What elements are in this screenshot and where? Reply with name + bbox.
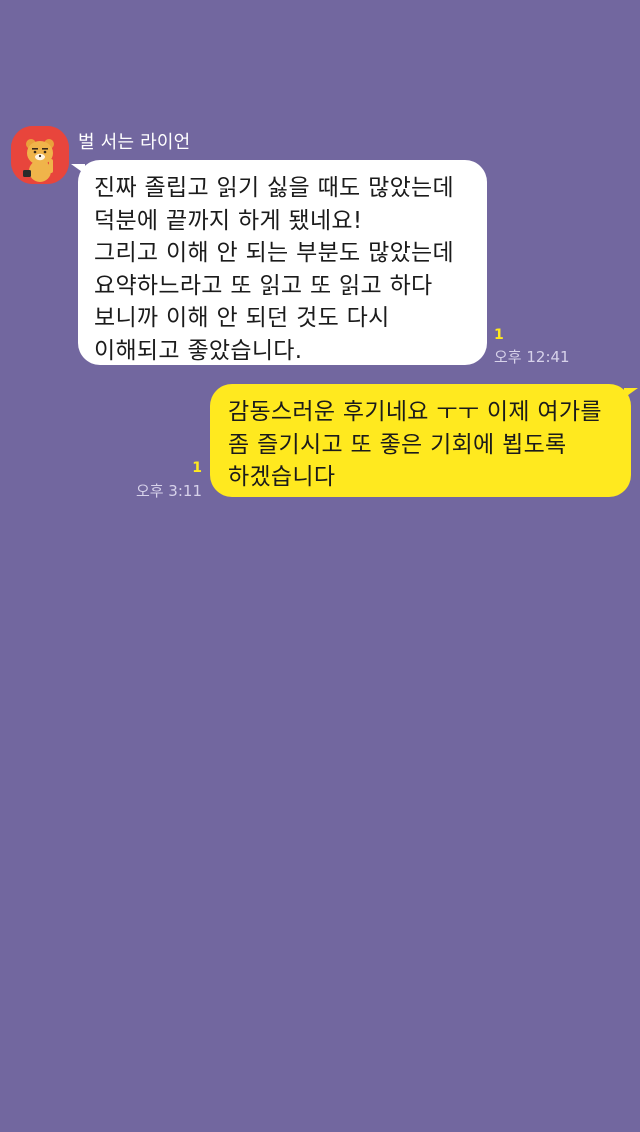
unread-count: 1 [494, 327, 504, 343]
sender-name: 벌 서는 라이언 [78, 132, 191, 153]
ryan-character-icon [11, 126, 69, 184]
sender-avatar[interactable] [11, 126, 69, 184]
message-time: 오후 12:41 [494, 348, 570, 366]
chat-room: 벌 서는 라이언 진짜 졸립고 읽기 싫을 때도 많았는데 덕분에 끝까지 하게… [0, 0, 640, 1132]
unread-count: 1 [192, 460, 202, 476]
message-time: 오후 3:11 [135, 482, 202, 500]
incoming-message-bubble[interactable]: 진짜 졸립고 읽기 싫을 때도 많았는데 덕분에 끝까지 하게 됐네요! 그리고… [71, 160, 487, 365]
outgoing-message-bubble[interactable]: 감동스러운 후기네요 ㅜㅜ 이제 여가를 좀 즐기시고 또 좋은 기회에 뵙도록… [210, 384, 638, 497]
